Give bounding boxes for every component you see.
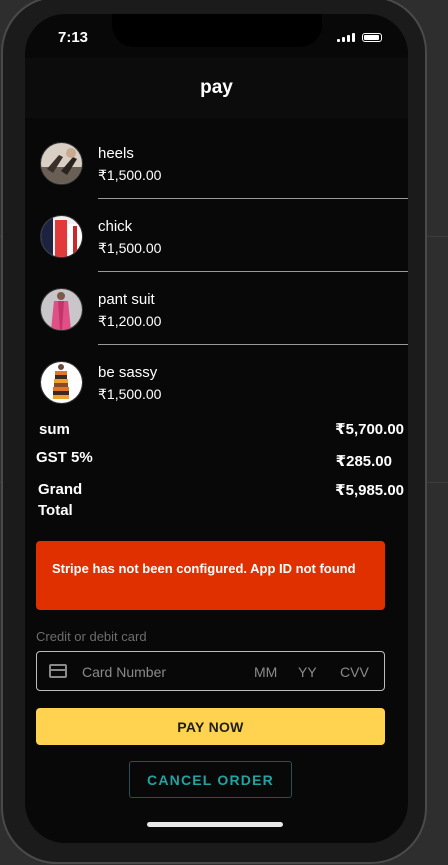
card-cvv-input[interactable]: CVV bbox=[340, 664, 369, 680]
home-indicator bbox=[147, 822, 283, 827]
list-item[interactable]: chick ₹1,500.00 bbox=[25, 202, 408, 275]
cancel-order-button[interactable]: CANCEL ORDER bbox=[129, 761, 292, 798]
item-divider bbox=[98, 198, 408, 199]
item-name: chick bbox=[98, 218, 133, 235]
battery-icon bbox=[362, 32, 382, 42]
item-price: ₹1,500.00 bbox=[98, 240, 162, 256]
sum-value: ₹5,700.00 bbox=[335, 421, 404, 438]
list-item[interactable]: pant suit ₹1,200.00 bbox=[25, 275, 408, 348]
product-thumbnail bbox=[40, 142, 83, 185]
sum-label: sum bbox=[39, 421, 70, 438]
card-expiry-month-input[interactable]: MM bbox=[254, 664, 277, 680]
gst-value: ₹285.00 bbox=[335, 453, 392, 470]
item-name: heels bbox=[98, 145, 134, 162]
item-divider bbox=[98, 271, 408, 272]
item-name: pant suit bbox=[98, 291, 155, 308]
status-time: 7:13 bbox=[58, 29, 89, 46]
phone-screen: 7:13 pay heels ₹1,500.00 chick ₹1,500.00… bbox=[25, 14, 408, 843]
gst-label: GST 5% bbox=[36, 449, 93, 466]
item-price: ₹1,200.00 bbox=[98, 313, 162, 329]
item-price: ₹1,500.00 bbox=[98, 167, 162, 183]
pay-now-button[interactable]: PAY NOW bbox=[36, 708, 385, 745]
stripe-error-alert: Stripe has not been configured. App ID n… bbox=[36, 541, 385, 610]
camera-notch bbox=[112, 14, 322, 47]
card-expiry-year-input[interactable]: YY bbox=[298, 664, 317, 680]
product-thumbnail bbox=[40, 288, 83, 331]
list-item[interactable]: be sassy ₹1,500.00 bbox=[25, 348, 408, 421]
product-thumbnail bbox=[40, 215, 83, 258]
item-divider bbox=[98, 344, 408, 345]
grand-total-label: Grand Total bbox=[38, 481, 83, 519]
product-thumbnail bbox=[40, 361, 83, 404]
item-price: ₹1,500.00 bbox=[98, 386, 162, 402]
grand-total-value: ₹5,985.00 bbox=[335, 482, 404, 499]
item-name: be sassy bbox=[98, 364, 158, 381]
credit-card-icon bbox=[49, 664, 67, 678]
signal-icon bbox=[337, 32, 355, 42]
card-number-input[interactable]: Card Number bbox=[82, 664, 166, 680]
header-bar: pay bbox=[25, 58, 408, 118]
status-icons bbox=[337, 32, 382, 42]
list-item[interactable]: heels ₹1,500.00 bbox=[25, 129, 408, 202]
card-input-field[interactable]: Card Number MM YY CVV bbox=[36, 651, 385, 691]
card-caption: Credit or debit card bbox=[36, 629, 147, 644]
page-title: pay bbox=[200, 77, 233, 98]
